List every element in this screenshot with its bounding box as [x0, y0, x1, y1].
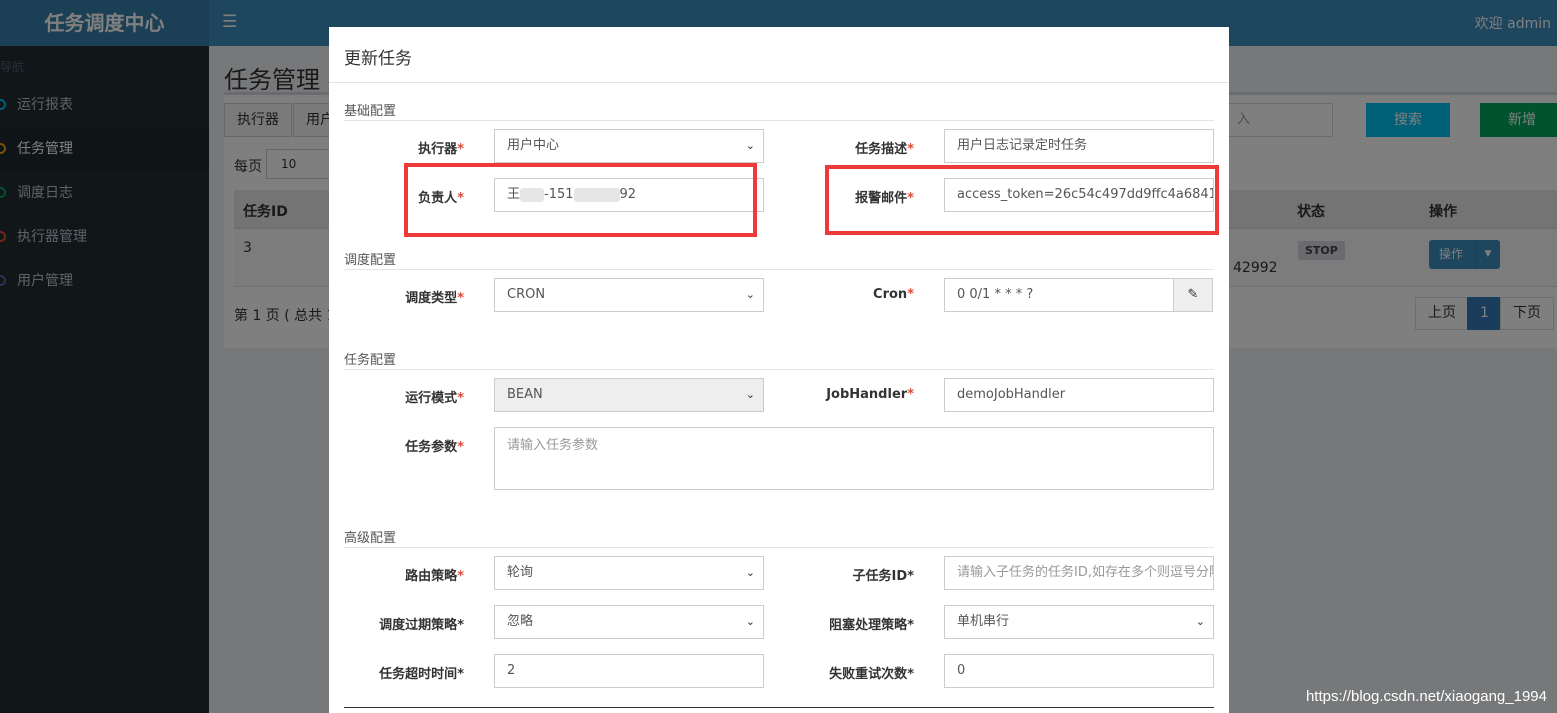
schedule-type-select[interactable]: CRON ⌄: [494, 278, 764, 312]
cron-label: Cron*: [809, 287, 914, 302]
misfire-label-text: 调度过期策略: [379, 618, 458, 633]
misfire-value: 忽略: [507, 614, 534, 629]
chevron-down-icon: ⌄: [745, 288, 755, 301]
modal-divider: [329, 82, 1229, 83]
run-mode-label-text: 运行模式: [405, 391, 458, 406]
block-value: 单机串行: [957, 614, 1010, 629]
block-label-text: 阻塞处理策略: [829, 618, 908, 633]
required-mark: *: [457, 440, 464, 455]
job-handler-input[interactable]: demoJobHandler: [944, 378, 1214, 412]
required-mark: *: [907, 618, 914, 633]
modal-title: 更新任务: [344, 49, 412, 69]
desc-label-text: 任务描述: [855, 142, 908, 157]
required-mark: *: [907, 387, 914, 402]
required-mark: *: [457, 667, 464, 682]
run-mode-value: BEAN: [507, 387, 543, 402]
run-mode-label: 运行模式*: [359, 387, 464, 406]
watermark: https://blog.csdn.net/xiaogang_1994: [1305, 688, 1547, 705]
required-mark: *: [907, 667, 914, 682]
chevron-down-icon: ⌄: [745, 388, 755, 401]
section-basic: 基础配置: [344, 100, 1214, 121]
chevron-down-icon: ⌄: [745, 139, 755, 152]
chevron-down-icon: ⌄: [1195, 615, 1205, 628]
cron-input[interactable]: 0 0/1 * * * ?: [944, 278, 1174, 312]
highlight-owner-box: [404, 163, 757, 237]
timeout-label: 任务超时时间*: [359, 663, 464, 682]
executor-select[interactable]: 用户中心 ⌄: [494, 129, 764, 163]
route-value: 轮询: [507, 565, 534, 580]
child-id-input[interactable]: 请输入子任务的任务ID,如存在多个则逗号分隔: [944, 556, 1214, 590]
required-mark: *: [457, 291, 464, 306]
params-textarea[interactable]: 请输入任务参数: [494, 427, 1214, 490]
schedule-type-value: CRON: [507, 287, 546, 302]
required-mark: *: [907, 142, 914, 157]
desc-input[interactable]: 用户日志记录定时任务: [944, 129, 1214, 163]
misfire-label: 调度过期策略*: [359, 614, 464, 633]
schedule-type-label: 调度类型*: [359, 287, 464, 306]
block-select[interactable]: 单机串行 ⌄: [944, 605, 1214, 639]
job-handler-label-text: JobHandler: [826, 387, 908, 402]
desc-label: 任务描述*: [809, 138, 914, 157]
retry-label: 失败重试次数*: [809, 663, 914, 682]
cron-label-text: Cron: [873, 287, 908, 302]
highlight-alarm-box: [825, 165, 1219, 235]
required-mark: *: [907, 287, 914, 302]
required-mark: *: [907, 569, 914, 584]
section-task: 任务配置: [344, 349, 1214, 370]
required-mark: *: [457, 569, 464, 584]
child-id-label-text: 子任务ID: [852, 569, 908, 584]
params-label: 任务参数*: [359, 436, 464, 455]
job-handler-label: JobHandler*: [809, 387, 914, 402]
required-mark: *: [457, 142, 464, 157]
section-schedule: 调度配置: [344, 249, 1214, 270]
misfire-select[interactable]: 忽略 ⌄: [494, 605, 764, 639]
route-label: 路由策略*: [359, 565, 464, 584]
chevron-down-icon: ⌄: [745, 566, 755, 579]
retry-label-text: 失败重试次数: [829, 667, 908, 682]
run-mode-select[interactable]: BEAN ⌄: [494, 378, 764, 412]
route-select[interactable]: 轮询 ⌄: [494, 556, 764, 590]
timeout-input[interactable]: 2: [494, 654, 764, 688]
timeout-label-text: 任务超时时间: [379, 667, 458, 682]
block-label: 阻塞处理策略*: [809, 614, 914, 633]
required-mark: *: [457, 391, 464, 406]
route-label-text: 路由策略: [405, 569, 458, 584]
executor-label-text: 执行器: [418, 142, 458, 157]
schedule-type-label-text: 调度类型: [405, 291, 458, 306]
executor-value: 用户中心: [507, 138, 560, 153]
modal-footer-divider: [344, 707, 1214, 708]
update-task-modal: 更新任务 基础配置 执行器* 用户中心 ⌄ 任务描述* 用户日志记录定时任务 负责…: [329, 27, 1229, 713]
chevron-down-icon: ⌄: [745, 615, 755, 628]
retry-input[interactable]: 0: [944, 654, 1214, 688]
section-advanced: 高级配置: [344, 527, 1214, 548]
executor-label: 执行器*: [359, 138, 464, 157]
edit-icon[interactable]: ✎: [1173, 278, 1213, 312]
required-mark: *: [457, 618, 464, 633]
params-label-text: 任务参数: [405, 440, 458, 455]
child-id-label: 子任务ID*: [809, 565, 914, 584]
